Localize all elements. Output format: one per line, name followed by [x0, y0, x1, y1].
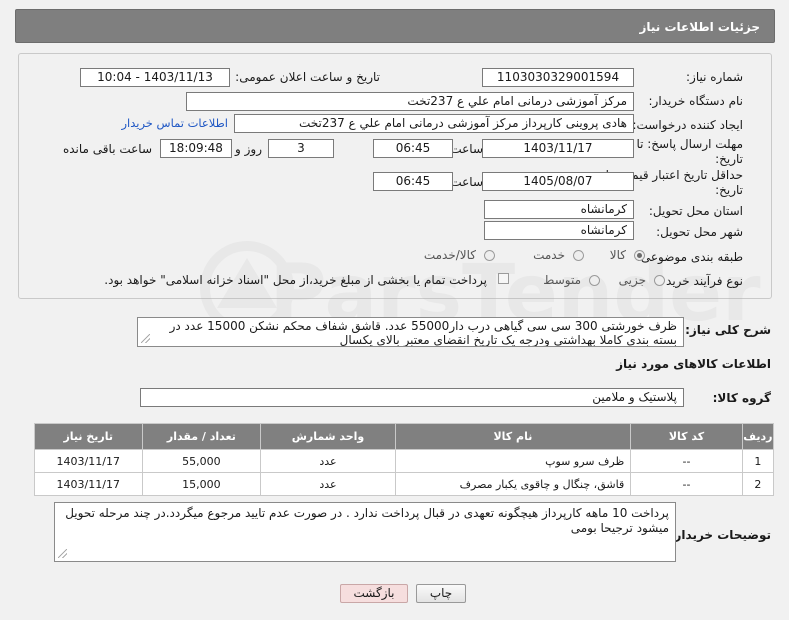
row-number: 1 — [741, 449, 775, 473]
description-label: شرح کلی نیاز: — [685, 323, 771, 337]
process-option-medium: متوسط — [543, 273, 581, 287]
col-row-number: ردیف — [741, 423, 775, 450]
validity-time-field: 06:45 — [373, 172, 453, 191]
row-number: 2 — [741, 472, 775, 496]
announce-date-field: 1403/11/13 - 10:04 — [80, 68, 230, 87]
item-name: قاشق، چنگال و چاقوی یکبار مصرف — [394, 472, 632, 496]
province-label: استان محل تحویل: — [648, 204, 743, 218]
days-label: روز و — [235, 142, 262, 156]
category-option-goods: کالا — [609, 248, 626, 262]
min-validity-date-label: تاریخ: — [715, 183, 743, 197]
col-item-code: کد کالا — [630, 423, 743, 450]
treasury-payment-checkbox[interactable] — [498, 273, 509, 284]
description-field: ظرف خورشتی 300 سی سی گیاهی درب دار55000 … — [137, 317, 684, 347]
city-field: کرمانشاه — [484, 221, 634, 240]
category-radio-goods[interactable] — [634, 250, 645, 261]
item-quantity: 15,000 — [141, 472, 262, 496]
goods-section-title: اطلاعات کالاهای مورد نیاز — [616, 357, 771, 371]
category-option-service: خدمت — [533, 248, 565, 262]
item-need-date: 1403/11/17 — [34, 449, 143, 473]
buyer-notes-label: توضیحات خریدار: — [669, 528, 771, 542]
buyer-notes-field: پرداخت 10 ماهه کارپرداز هیچگونه تعهدی در… — [54, 502, 676, 562]
col-quantity: تعداد / مقدار — [141, 423, 262, 450]
need-number-label: شماره نیاز: — [686, 70, 743, 84]
buyer-notes-text: پرداخت 10 ماهه کارپرداز هیچگونه تعهدی در… — [65, 506, 669, 535]
creator-label: ایجاد کننده درخواست: — [632, 118, 743, 132]
process-radio-minor[interactable] — [654, 275, 665, 286]
resize-grip-icon[interactable] — [141, 334, 150, 343]
province-field: کرمانشاه — [484, 200, 634, 219]
item-need-date: 1403/11/17 — [34, 472, 143, 496]
col-unit: واحد شمارش — [260, 423, 396, 450]
table-row: 2 -- قاشق، چنگال و چاقوی یکبار مصرف عدد … — [34, 472, 775, 496]
deadline-time-field: 06:45 — [373, 139, 453, 158]
remaining-time-label: ساعت باقی مانده — [62, 142, 152, 156]
process-option-minor: جزیی — [618, 273, 646, 287]
process-radio-medium[interactable] — [589, 275, 600, 286]
col-need-date: تاریخ نیاز — [34, 423, 143, 450]
page: جزئیات اطلاعات نیاز ParsTender شماره نیا… — [0, 0, 789, 620]
deadline-date-label: تاریخ: — [715, 152, 743, 166]
goods-table-header: ردیف کد کالا نام کالا واحد شمارش تعداد /… — [34, 423, 775, 450]
item-quantity: 55,000 — [141, 449, 262, 473]
category-option-goods-service: کالا/خدمت — [423, 248, 476, 262]
category-label: طبقه بندی موضوعی: — [636, 250, 743, 264]
process-label: نوع فرآیند خرید : — [658, 274, 743, 288]
item-name: ظرف سرو سوپ — [394, 449, 632, 473]
announce-label: تاریخ و ساعت اعلان عمومی: — [235, 70, 380, 84]
item-code: -- — [630, 472, 743, 496]
category-radio-service[interactable] — [573, 250, 584, 261]
back-button[interactable]: بازگشت — [340, 584, 408, 603]
print-button[interactable]: چاپ — [416, 584, 466, 603]
page-title: جزئیات اطلاعات نیاز — [639, 20, 760, 34]
category-radio-goods-service[interactable] — [484, 250, 495, 261]
treasury-payment-note: پرداخت تمام یا بخشی از مبلغ خرید،از محل … — [104, 273, 487, 287]
buyer-org-label: نام دستگاه خریدار: — [648, 94, 744, 108]
goods-group-label: گروه کالا: — [712, 391, 771, 405]
item-code: -- — [630, 449, 743, 473]
city-label: شهر محل تحویل: — [656, 225, 743, 239]
resize-grip-icon[interactable] — [58, 549, 67, 558]
buyer-org-field: مرکز آموزشی درمانی امام علي ع 237تخت — [186, 92, 634, 111]
need-number-field: 1103030329001594 — [482, 68, 634, 87]
table-row: 1 -- ظرف سرو سوپ عدد 55,000 1403/11/17 — [34, 449, 775, 473]
days-remaining-field: 3 — [268, 139, 334, 158]
buyer-contact-link[interactable]: اطلاعات تماس خریدار — [121, 116, 228, 130]
goods-group-field: پلاستیک و ملامین — [140, 388, 684, 407]
item-unit: عدد — [260, 449, 396, 473]
col-item-name: نام کالا — [394, 423, 632, 450]
goods-table: ردیف کد کالا نام کالا واحد شمارش تعداد /… — [34, 423, 775, 496]
description-text: ظرف خورشتی 300 سی سی گیاهی درب دار55000 … — [169, 319, 677, 347]
deadline-time-label: ساعت — [450, 142, 483, 156]
validity-date-field: 1405/08/07 — [482, 172, 634, 191]
creator-field: هادی پروینی کارپرداز مرکز آموزشی درمانی … — [234, 114, 634, 133]
deadline-date-field: 1403/11/17 — [482, 139, 634, 158]
panel-header: جزئیات اطلاعات نیاز — [15, 9, 775, 43]
validity-time-label: ساعت — [450, 175, 483, 189]
remaining-time-field: 18:09:48 — [160, 139, 232, 158]
item-unit: عدد — [260, 472, 396, 496]
deadline-label: مهلت ارسال پاسخ: تا — [636, 137, 743, 151]
